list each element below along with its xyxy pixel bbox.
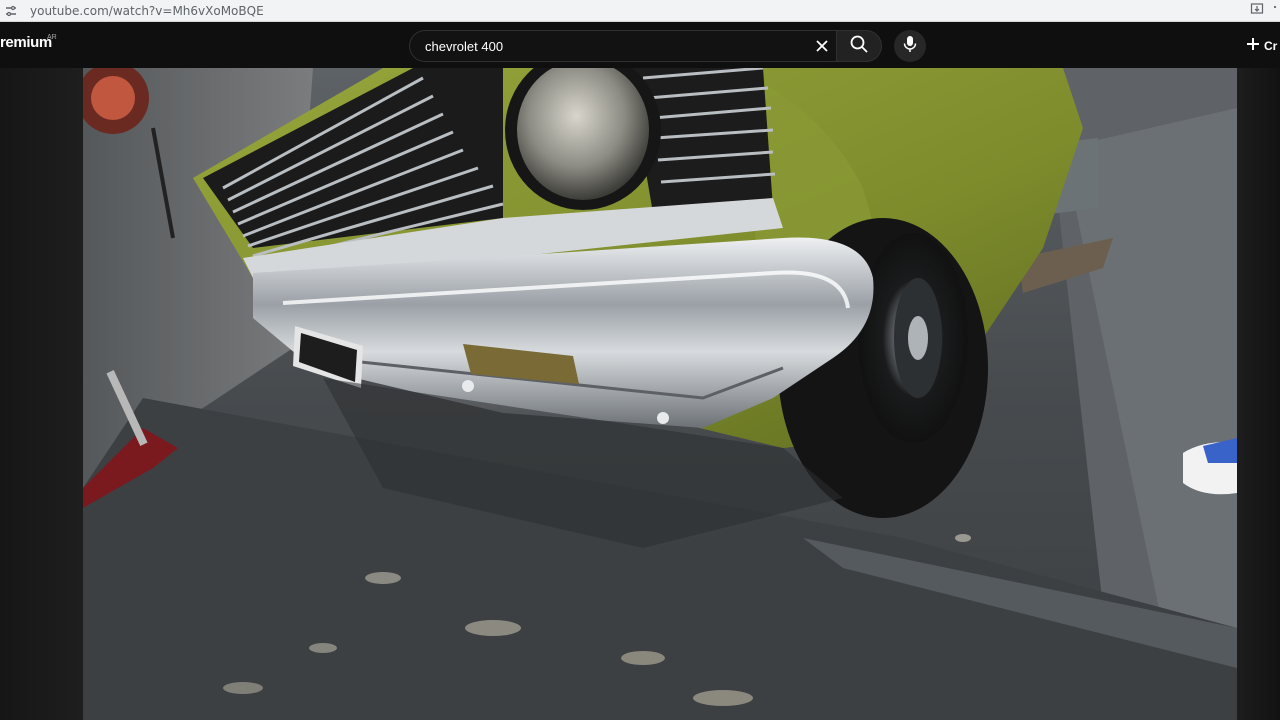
search-box[interactable]: chevrolet 400 [409,30,839,62]
mic-icon [903,35,917,58]
youtube-logo[interactable]: remium [0,34,52,51]
create-label: Cr [1264,39,1278,53]
video-frame[interactable] [83,68,1237,720]
player-ambient-left [0,68,83,720]
search-input[interactable]: chevrolet 400 [425,39,807,54]
youtube-header: remium AR chevrolet 400 Cr [0,22,1280,68]
url-text[interactable]: youtube.com/watch?v=Mh6vXoMoBQE [30,4,264,18]
voice-search-button[interactable] [894,30,926,62]
logo-region-code: AR [47,34,57,41]
tune-icon[interactable] [0,0,22,22]
video-player[interactable] [0,68,1280,720]
close-icon[interactable] [807,31,837,61]
player-ambient-right [1237,68,1280,720]
plus-icon [1246,37,1260,56]
video-frame-image [83,68,1237,720]
search-icon [849,34,869,59]
more-icon[interactable] [1272,2,1278,21]
install-app-icon[interactable] [1250,2,1264,21]
create-button[interactable]: Cr [1240,30,1280,62]
search-button[interactable] [836,30,882,62]
browser-address-bar[interactable]: youtube.com/watch?v=Mh6vXoMoBQE [0,0,1280,22]
